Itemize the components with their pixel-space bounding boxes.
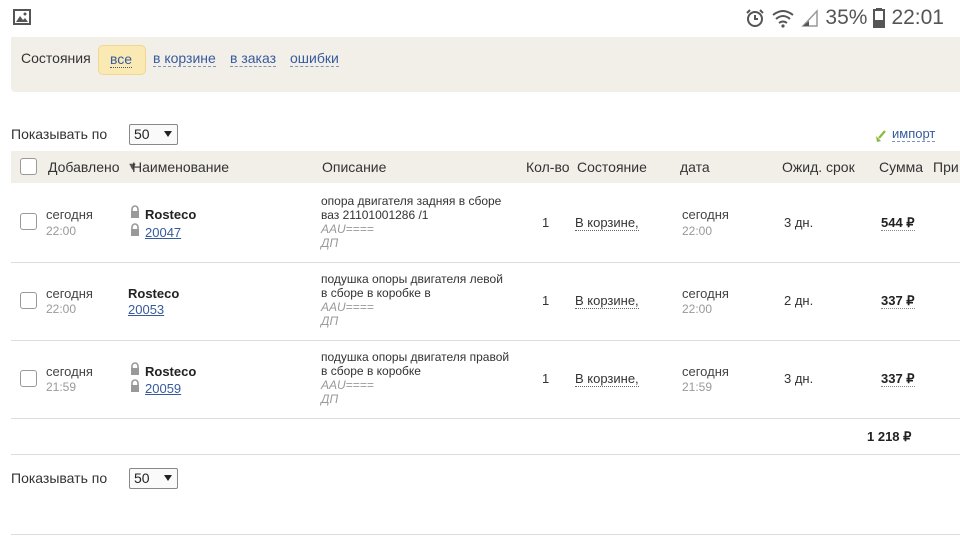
- added-time: 22:00: [46, 302, 77, 316]
- filter-to-order[interactable]: в заказ: [230, 51, 277, 67]
- qty: 1: [542, 371, 550, 386]
- state-link[interactable]: В корзине,: [575, 215, 639, 231]
- desc-sub: AAU====: [321, 300, 374, 314]
- item-description: подушка опоры двигателя правой в сборе в…: [321, 350, 521, 406]
- signal-icon: [801, 9, 819, 27]
- lock-icon: [131, 362, 139, 375]
- table-header: Добавлено ▼ Наименование Описание Кол-во…: [11, 151, 960, 183]
- import-arrow-icon: [876, 130, 886, 142]
- supplier-name: Rosteco: [145, 207, 197, 222]
- filter-errors[interactable]: ошибки: [290, 51, 339, 67]
- desc-line: в сборе в коробке: [321, 364, 421, 378]
- desc-line: подушка опоры двигателя правой: [321, 350, 510, 364]
- desc-line: подушка опоры двигателя левой: [321, 272, 503, 286]
- row-checkbox[interactable]: [20, 213, 37, 230]
- filter-all[interactable]: все: [110, 52, 133, 68]
- filter-in-cart[interactable]: в корзине: [153, 51, 216, 67]
- battery-icon: [873, 8, 886, 28]
- import-label[interactable]: импорт: [892, 127, 936, 142]
- lock-icon: [131, 205, 139, 218]
- state-link[interactable]: В корзине,: [575, 293, 639, 309]
- col-name[interactable]: Наименование: [132, 159, 229, 175]
- date: сегодня: [682, 364, 729, 379]
- qty: 1: [542, 215, 550, 230]
- desc-line: опора двигателя задняя в сборе: [321, 194, 502, 208]
- per-page-label: Показывать по: [11, 126, 108, 142]
- date: сегодня: [682, 207, 729, 222]
- dropdown-arrow-icon: [164, 475, 172, 481]
- item-code-link[interactable]: 20047: [145, 225, 181, 240]
- item-description: подушка опоры двигателя левой в сборе в …: [321, 272, 521, 328]
- table-row[interactable]: сегодня 22:00 Rosteco 20053 подушка опор…: [11, 262, 960, 341]
- per-page-select-bottom[interactable]: 50: [129, 468, 178, 489]
- divider: [11, 534, 960, 535]
- image-icon: [13, 9, 31, 25]
- per-page-value: 50: [134, 126, 150, 142]
- lock-icon: [131, 223, 139, 236]
- filter-label: Состояния: [21, 50, 91, 66]
- added-time: 21:59: [46, 380, 77, 394]
- total-sum: 1 218 ₽: [867, 429, 912, 444]
- row-checkbox[interactable]: [20, 370, 37, 387]
- table-row[interactable]: сегодня 22:00 Rosteco 20047 опора двигат…: [11, 184, 960, 263]
- date-time: 22:00: [682, 302, 713, 316]
- filter-all-chip[interactable]: все: [98, 45, 146, 75]
- desc-sub: ДП: [321, 392, 339, 406]
- date: сегодня: [682, 286, 729, 301]
- qty: 1: [542, 293, 550, 308]
- desc-sub: AAU====: [321, 222, 374, 236]
- col-qty[interactable]: Кол-во: [526, 159, 570, 175]
- per-page-label-bottom: Показывать по: [11, 470, 108, 486]
- divider: [11, 454, 960, 455]
- wifi-icon: [772, 10, 795, 28]
- col-description[interactable]: Описание: [322, 159, 386, 175]
- state-filter-bar: Состояния все в корзине в заказ ошибки: [11, 37, 960, 92]
- supplier-name: Rosteco: [128, 286, 180, 301]
- date-time: 22:00: [682, 224, 713, 238]
- col-state[interactable]: Состояние: [577, 159, 647, 175]
- select-all-checkbox[interactable]: [20, 158, 37, 175]
- alarm-icon: [746, 9, 765, 27]
- col-sum[interactable]: Сумма: [879, 159, 923, 175]
- col-added[interactable]: Добавлено: [48, 159, 120, 175]
- item-code-link[interactable]: 20059: [145, 381, 181, 396]
- dropdown-arrow-icon: [164, 131, 172, 137]
- status-bar: 35% 22:01: [0, 0, 960, 36]
- sum[interactable]: 544 ₽: [881, 215, 915, 231]
- eta: 3 дн.: [784, 371, 814, 386]
- added-time: 22:00: [46, 224, 77, 238]
- date-time: 21:59: [682, 380, 713, 394]
- item-description: опора двигателя задняя в сборе ваз 21101…: [321, 194, 521, 250]
- per-page-select[interactable]: 50: [129, 124, 178, 145]
- added-date: сегодня: [46, 364, 93, 379]
- battery-percent: 35%: [825, 6, 868, 29]
- state-link[interactable]: В корзине,: [575, 371, 639, 387]
- table-row[interactable]: сегодня 21:59 Rosteco 20059 подушка опор…: [11, 340, 960, 419]
- desc-line: ваз 21101001286 /1: [321, 208, 429, 222]
- row-checkbox[interactable]: [20, 292, 37, 309]
- eta: 2 дн.: [784, 293, 814, 308]
- sum[interactable]: 337 ₽: [881, 371, 915, 387]
- clock: 22:01: [891, 6, 944, 29]
- supplier-name: Rosteco: [145, 364, 197, 379]
- sum[interactable]: 337 ₽: [881, 293, 915, 309]
- col-eta[interactable]: Ожид. срок: [782, 159, 855, 175]
- col-note[interactable]: При: [933, 159, 959, 175]
- desc-line: в сборе в коробке в: [321, 286, 431, 300]
- added-date: сегодня: [46, 207, 93, 222]
- col-date[interactable]: дата: [680, 159, 710, 175]
- eta: 3 дн.: [784, 215, 814, 230]
- added-date: сегодня: [46, 286, 93, 301]
- desc-sub: ДП: [321, 314, 339, 328]
- per-page-value: 50: [134, 470, 150, 486]
- desc-sub: ДП: [321, 236, 339, 250]
- item-code-link[interactable]: 20053: [128, 302, 164, 317]
- lock-icon: [131, 379, 139, 392]
- desc-sub: AAU====: [321, 378, 374, 392]
